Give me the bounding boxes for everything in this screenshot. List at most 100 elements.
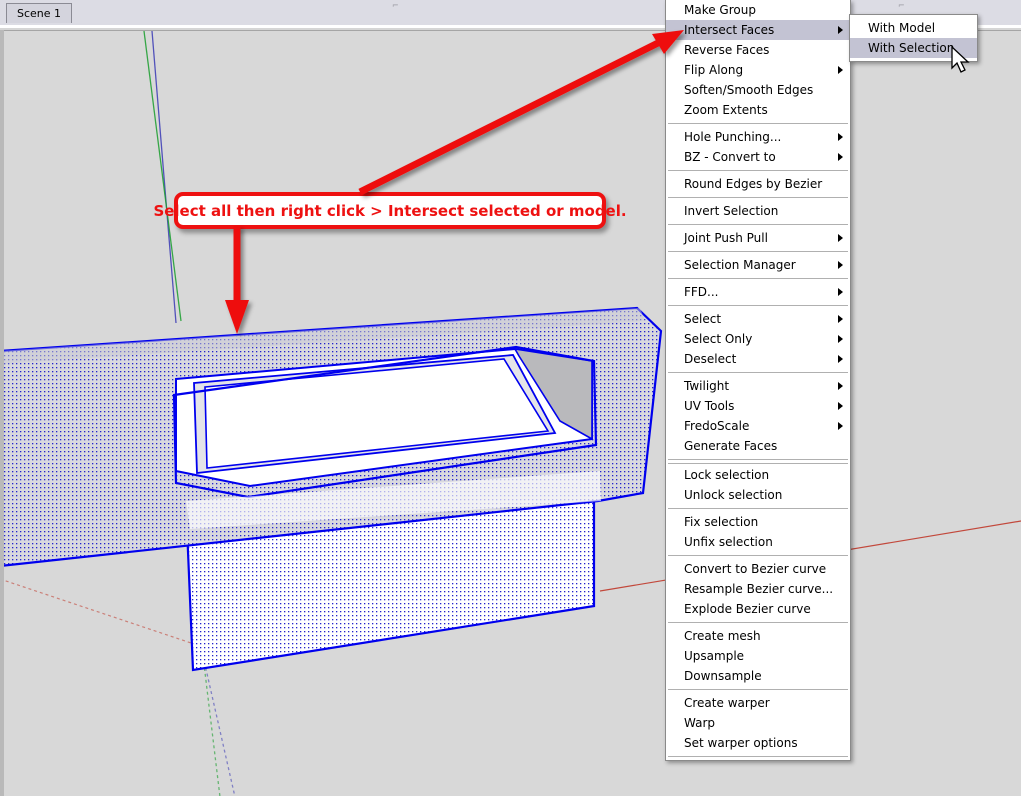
- menu-item-label: Deselect: [684, 352, 737, 366]
- menu-item-label: FredoScale: [684, 419, 750, 433]
- context-menu[interactable]: Make Group Intersect Faces Reverse Faces Fl…: [665, 0, 851, 761]
- submenu-item-with-model[interactable]: With Model: [850, 18, 977, 38]
- menu-item-bz-convert-to[interactable]: BZ - Convert to: [666, 147, 850, 167]
- sketchup-window: Scene 1 ⌐ ⌐ Select all then right click …: [0, 0, 1021, 796]
- menu-item-label: Set warper options: [684, 736, 798, 750]
- submenu-item-label: With Model: [868, 21, 936, 35]
- menu-separator: [668, 459, 848, 460]
- menu-separator: [668, 689, 848, 690]
- menu-separator: [668, 555, 848, 556]
- menu-item-fix-selection[interactable]: Fix selection: [666, 512, 850, 532]
- menu-item-round-edges-by-bezier[interactable]: Round Edges by Bezier: [666, 174, 850, 194]
- menu-item-select[interactable]: Select: [666, 309, 850, 329]
- menu-item-label: Flip Along: [684, 63, 744, 77]
- menu-item-upsample[interactable]: Upsample: [666, 646, 850, 666]
- menu-separator: [668, 305, 848, 306]
- menu-item-selection-manager[interactable]: Selection Manager: [666, 255, 850, 275]
- menu-item-label: Create mesh: [684, 629, 761, 643]
- viewport-left-border: [0, 30, 4, 796]
- submenu-chevron-right-icon: [838, 402, 843, 410]
- menu-separator: [668, 278, 848, 279]
- menu-separator: [668, 170, 848, 171]
- menu-item-hole-punching[interactable]: Hole Punching...: [666, 127, 850, 147]
- menu-item-create-mesh[interactable]: Create mesh: [666, 626, 850, 646]
- annotation-callout-text: Select all then right click > Intersect …: [153, 201, 627, 220]
- menu-item-create-warper[interactable]: Create warper: [666, 693, 850, 713]
- menu-item-label: Twilight: [684, 379, 730, 393]
- menu-item-label: Reverse Faces: [684, 43, 770, 57]
- menu-item-label: Fix selection: [684, 515, 759, 529]
- menu-separator: [668, 622, 848, 623]
- menu-item-label: Generate Faces: [684, 439, 778, 453]
- menu-item-label: Unlock selection: [684, 488, 783, 502]
- submenu-chevron-right-icon: [838, 355, 843, 363]
- menu-item-label: Lock selection: [684, 468, 770, 482]
- menu-item-twilight[interactable]: Twilight: [666, 376, 850, 396]
- menu-separator: [668, 123, 848, 124]
- submenu-chevron-right-icon: [838, 382, 843, 390]
- menu-item-fredoscale[interactable]: FredoScale: [666, 416, 850, 436]
- submenu-chevron-right-icon: [838, 234, 843, 242]
- menu-item-unlock-selection[interactable]: Unlock selection: [666, 485, 850, 505]
- menu-item-flip-along[interactable]: Flip Along: [666, 60, 850, 80]
- menu-item-label: Joint Push Pull: [684, 231, 768, 245]
- menu-item-label: Downsample: [684, 669, 762, 683]
- menu-item-lock-selection[interactable]: Lock selection: [666, 465, 850, 485]
- menu-item-joint-push-pull[interactable]: Joint Push Pull: [666, 228, 850, 248]
- menu-item-make-group[interactable]: Make Group: [666, 0, 850, 20]
- menu-separator: [668, 224, 848, 225]
- submenu-chevron-right-icon: [838, 153, 843, 161]
- submenu-chevron-right-icon: [838, 288, 843, 296]
- menu-item-convert-to-bezier-curve[interactable]: Convert to Bezier curve: [666, 559, 850, 579]
- menu-separator: [668, 251, 848, 252]
- menu-item-generate-faces[interactable]: Generate Faces: [666, 436, 850, 456]
- menu-item-label: Make Group: [684, 3, 756, 17]
- menu-separator: [668, 756, 848, 757]
- menu-item-label: Warp: [684, 716, 716, 730]
- menu-item-soften-smooth-edges[interactable]: Soften/Smooth Edges: [666, 80, 850, 100]
- submenu-chevron-right-icon: [838, 335, 843, 343]
- menu-separator: [668, 463, 848, 464]
- menu-item-label: FFD...: [684, 285, 719, 299]
- menu-item-select-only[interactable]: Select Only: [666, 329, 850, 349]
- menu-item-ffd[interactable]: FFD...: [666, 282, 850, 302]
- submenu-chevron-right-icon: [838, 261, 843, 269]
- menu-item-intersect-faces[interactable]: Intersect Faces: [666, 20, 850, 40]
- menu-item-label: Round Edges by Bezier: [684, 177, 823, 191]
- menu-item-resample-bezier-curve[interactable]: Resample Bezier curve...: [666, 579, 850, 599]
- scene-tab-scene-1[interactable]: Scene 1: [6, 3, 73, 23]
- annotation-callout: Select all then right click > Intersect …: [153, 192, 627, 229]
- submenu-chevron-right-icon: [838, 422, 843, 430]
- menu-item-label: UV Tools: [684, 399, 735, 413]
- menu-item-uv-tools[interactable]: UV Tools: [666, 396, 850, 416]
- toolbar-grip-mark-right: ⌐: [898, 1, 905, 10]
- submenu-item-label: With Selection: [868, 41, 955, 55]
- menu-item-label: Select Only: [684, 332, 753, 346]
- menu-item-label: Hole Punching...: [684, 130, 782, 144]
- menu-item-reverse-faces[interactable]: Reverse Faces: [666, 40, 850, 60]
- menu-item-warp[interactable]: Warp: [666, 713, 850, 733]
- submenu-chevron-right-icon: [838, 315, 843, 323]
- menu-item-label: BZ - Convert to: [684, 150, 776, 164]
- model-geometry: [0, 31, 1021, 796]
- menu-item-label: Select: [684, 312, 722, 326]
- menu-item-downsample[interactable]: Downsample: [666, 666, 850, 686]
- menu-item-deselect[interactable]: Deselect: [666, 349, 850, 369]
- menu-item-label: Intersect Faces: [684, 23, 775, 37]
- menu-item-label: Soften/Smooth Edges: [684, 83, 814, 97]
- menu-item-unfix-selection[interactable]: Unfix selection: [666, 532, 850, 552]
- menu-item-explode-bezier-curve[interactable]: Explode Bezier curve: [666, 599, 850, 619]
- menu-item-invert-selection[interactable]: Invert Selection: [666, 201, 850, 221]
- menu-item-label: Upsample: [684, 649, 745, 663]
- menu-item-label: Zoom Extents: [684, 103, 768, 117]
- menu-separator: [668, 197, 848, 198]
- menu-item-label: Convert to Bezier curve: [684, 562, 827, 576]
- menu-item-label: Create warper: [684, 696, 770, 710]
- menu-item-set-warper-options[interactable]: Set warper options: [666, 733, 850, 753]
- mouse-cursor: [951, 46, 970, 73]
- toolbar-grip-mark-left: ⌐: [392, 1, 399, 10]
- menu-item-zoom-extents[interactable]: Zoom Extents: [666, 100, 850, 120]
- model-viewport[interactable]: [0, 30, 1021, 796]
- menu-separator: [668, 508, 848, 509]
- menu-item-label: Explode Bezier curve: [684, 602, 811, 616]
